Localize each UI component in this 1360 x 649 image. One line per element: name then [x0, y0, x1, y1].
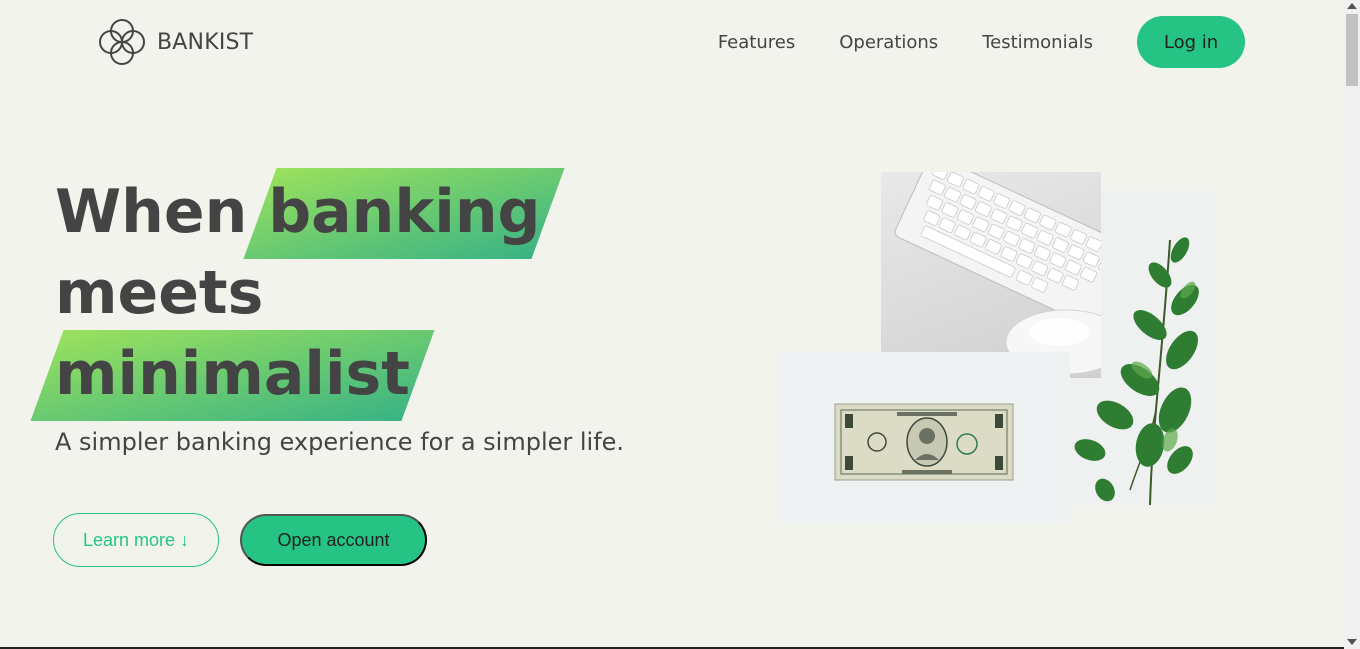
top-navigation: BANKIST Features Operations Testimonials… — [0, 0, 1344, 85]
hero-title-word-meets: meets — [55, 258, 264, 328]
open-account-button[interactable]: Open account — [240, 514, 427, 566]
hero-title-word-when: When — [55, 177, 248, 247]
hero-title-highlight-banking: banking — [268, 172, 540, 253]
login-button[interactable]: Log in — [1137, 16, 1245, 68]
logo[interactable]: BANKIST — [97, 17, 253, 67]
dollar-bill-image — [777, 352, 1070, 524]
hero-subtitle: A simpler banking experience for a simpl… — [55, 428, 625, 456]
scroll-down-arrow-icon[interactable] — [1347, 639, 1357, 645]
nav-link-features[interactable]: Features — [718, 32, 795, 53]
scroll-thumb[interactable] — [1346, 14, 1358, 86]
bankist-logo-icon — [99, 19, 145, 65]
nav-link-operations[interactable]: Operations — [839, 32, 938, 53]
hero-title-line-3: minimalist — [55, 334, 541, 415]
nav-link-testimonials[interactable]: Testimonials — [982, 32, 1093, 53]
logo-text: BANKIST — [157, 29, 254, 55]
scroll-up-arrow-icon[interactable] — [1347, 3, 1357, 9]
learn-more-button[interactable]: Learn more ↓ — [53, 513, 219, 567]
hero-title-line-1: When banking — [55, 172, 541, 253]
hero-title-line-2: meets — [55, 253, 541, 334]
nav-links: Features Operations Testimonials Log in — [718, 16, 1245, 68]
hero-title-highlight-minimalist: minimalist — [55, 334, 410, 415]
vertical-scrollbar[interactable] — [1344, 0, 1360, 649]
keyboard-image — [881, 172, 1101, 378]
hero-title: When banking meets minimalist — [55, 172, 541, 415]
